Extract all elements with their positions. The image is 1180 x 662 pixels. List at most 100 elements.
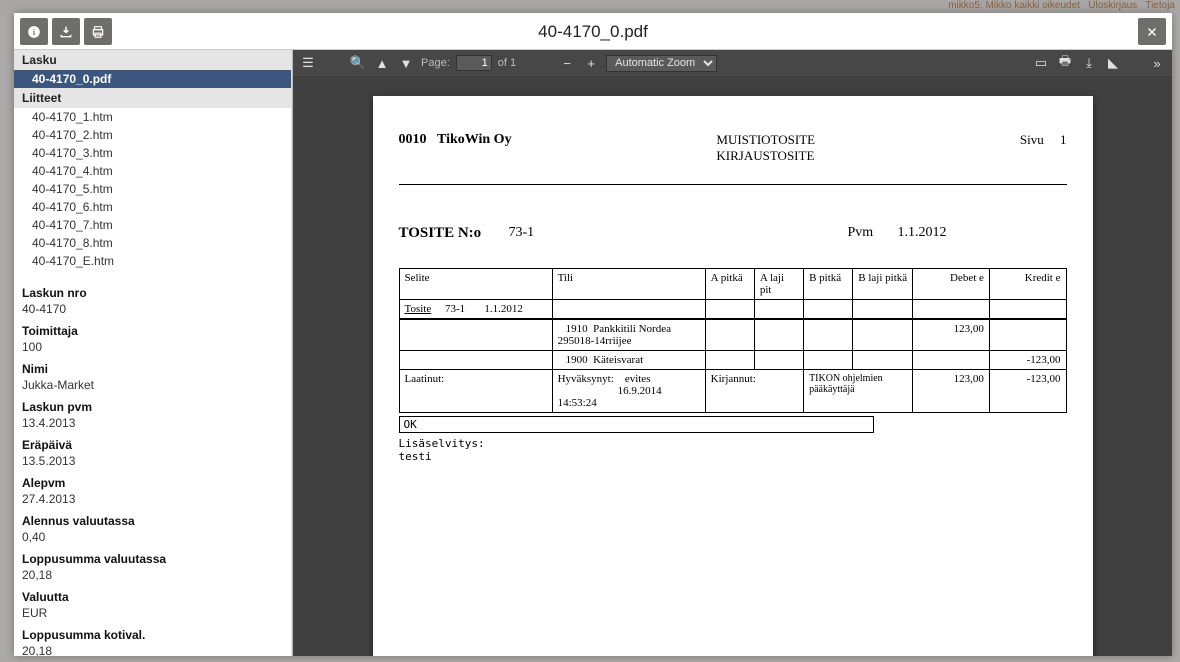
meta-value: EUR (22, 606, 283, 620)
meta-value: 20,18 (22, 568, 283, 582)
attachment-item[interactable]: 40-4170_8.htm (14, 234, 291, 252)
attachment-item[interactable]: 40-4170_4.htm (14, 162, 291, 180)
page-label: Page: (421, 57, 450, 69)
prev-page-icon[interactable]: ▲ (373, 54, 391, 72)
meta-value: 20,18 (22, 644, 283, 656)
print-icon[interactable]: 🖶 (1056, 54, 1074, 72)
meta-value: 13.4.2013 (22, 416, 283, 430)
sidebar-toggle-icon[interactable]: ☰ (299, 54, 317, 72)
doc-page-num: 1 (1060, 132, 1067, 147)
doc-company-code: 0010 (399, 132, 427, 147)
page-number-input[interactable] (456, 55, 492, 71)
zoom-select[interactable]: Automatic Zoom (606, 55, 717, 72)
attachment-item[interactable]: 40-4170_7.htm (14, 216, 291, 234)
th-debet: Debet e (913, 269, 990, 300)
attachment-item[interactable]: 40-4170_5.htm (14, 180, 291, 198)
pdf-scroll-area[interactable]: 0010 TikoWin Oy MUISTIOTOSITE KIRJAUSTOS… (293, 76, 1172, 656)
info-button[interactable]: i (20, 18, 48, 45)
doc-type2: KIRJAUSTOSITE (716, 148, 815, 164)
sidebar-scroll[interactable]: Lasku 40-4170_0.pdf Liitteet 40-4170_1.h… (14, 50, 292, 656)
topbar-info[interactable]: Tietoja (1145, 0, 1175, 11)
meta-label: Eräpäivä (22, 438, 283, 452)
meta-value: 100 (22, 340, 283, 354)
hyvaksynyt-label: Hyväksynyt: (558, 373, 614, 385)
tosite-value: 73-1 (509, 225, 759, 242)
doc-type1: MUISTIOTOSITE (716, 132, 815, 148)
meta-label: Laskun nro (22, 286, 283, 300)
meta-label: Laskun pvm (22, 400, 283, 414)
kirjannut-label: Kirjannut: (705, 370, 803, 413)
meta-value: Jukka-Market (22, 378, 283, 392)
th-alaji: A laji pit (754, 269, 803, 300)
tili-code: 1900 (558, 354, 588, 366)
download-button[interactable] (52, 18, 80, 45)
next-page-icon[interactable]: ▼ (397, 54, 415, 72)
row-tosite-label: Tosite (405, 303, 432, 315)
tili-code: 1910 (558, 323, 588, 335)
pdf-viewer: ☰ 🔍 ▲ ▼ Page: of 1 − + Automatic Zoom ▭ … (293, 50, 1172, 656)
attachment-item[interactable]: 40-4170_3.htm (14, 144, 291, 162)
close-button[interactable] (1138, 18, 1166, 45)
doc-page-label: Sivu (1020, 132, 1044, 147)
pdf-modal: i 40-4170_0.pdf Lasku 40-4170_0.pdf Liit… (14, 13, 1172, 656)
laatinut-label: Laatinut: (399, 370, 552, 413)
pdf-toolbar: ☰ 🔍 ▲ ▼ Page: of 1 − + Automatic Zoom ▭ … (293, 50, 1172, 76)
meta-label: Toimittaja (22, 324, 283, 338)
topbar-user: mikko5: Mikko kaikki oikeudet (948, 0, 1080, 11)
pdf-page: 0010 TikoWin Oy MUISTIOTOSITE KIRJAUSTOS… (373, 96, 1093, 656)
th-tili: Tili (552, 269, 705, 300)
attachment-item[interactable]: 40-4170_E.htm (14, 252, 291, 270)
row-tosite-num: 73-1 (445, 303, 465, 315)
th-selite: Selite (399, 269, 552, 300)
footer-debet: 123,00 (913, 370, 990, 413)
meta-value: 0,40 (22, 530, 283, 544)
tosite-label: TOSITE N:o (399, 225, 509, 242)
lisaselvitys: Lisäselvitys: testi (399, 437, 1067, 463)
row-tosite-date: 1.1.2012 (484, 303, 523, 315)
meta-value: 27.4.2013 (22, 492, 283, 506)
download-icon[interactable]: ⤓ (1080, 54, 1098, 72)
th-apitka: A pitkä (705, 269, 754, 300)
sidebar: Lasku 40-4170_0.pdf Liitteet 40-4170_1.h… (14, 50, 293, 656)
page-total: of 1 (498, 57, 516, 69)
kredit-value: -123,00 (989, 351, 1066, 370)
hyvaksynyt-date: 16.9.2014 14:53:24 (558, 385, 662, 409)
meta-label: Nimi (22, 362, 283, 376)
meta-value: 13.5.2013 (22, 454, 283, 468)
modal-header: i 40-4170_0.pdf (14, 13, 1172, 50)
file-item-selected[interactable]: 40-4170_0.pdf (14, 70, 291, 88)
kirjannut-val: TIKON ohjelmien pääkäyttäjä (804, 370, 913, 413)
voucher-table: Selite Tili A pitkä A laji pit B pitkä B… (399, 268, 1067, 413)
section-lasku: Lasku (14, 50, 291, 70)
tools-icon[interactable]: » (1148, 54, 1166, 72)
meta-label: Loppusumma valuutassa (22, 552, 283, 566)
attachment-item[interactable]: 40-4170_1.htm (14, 108, 291, 126)
modal-title: 40-4170_0.pdf (14, 13, 1172, 50)
attachment-item[interactable]: 40-4170_6.htm (14, 198, 291, 216)
th-kredit: Kredit e (989, 269, 1066, 300)
topbar-logout[interactable]: Uloskirjaus (1088, 0, 1137, 11)
meta-value: 40-4170 (22, 302, 283, 316)
debet-value: 123,00 (913, 319, 990, 351)
zoom-in-icon[interactable]: + (582, 54, 600, 72)
print-button[interactable] (84, 18, 112, 45)
th-bpitka: B pitkä (804, 269, 853, 300)
zoom-out-icon[interactable]: − (558, 54, 576, 72)
ok-box: OK (399, 416, 874, 433)
debet-value (913, 351, 990, 370)
attachment-item[interactable]: 40-4170_2.htm (14, 126, 291, 144)
pvm-label: Pvm (848, 225, 898, 242)
meta-label: Alennus valuutassa (22, 514, 283, 528)
pvm-value: 1.1.2012 (898, 225, 947, 242)
meta-label: Alepvm (22, 476, 283, 490)
presentation-icon[interactable]: ▭ (1032, 54, 1050, 72)
bookmark-icon[interactable]: ◣ (1104, 54, 1122, 72)
tili-name: Käteisvarat (593, 354, 643, 366)
meta-label: Valuutta (22, 590, 283, 604)
meta-label: Loppusumma kotival. (22, 628, 283, 642)
app-topbar: mikko5: Mikko kaikki oikeudet Uloskirjau… (0, 0, 1180, 11)
search-icon[interactable]: 🔍 (349, 54, 367, 72)
section-liitteet: Liitteet (14, 88, 291, 108)
footer-kredit: -123,00 (989, 370, 1066, 413)
hyvaksynyt-val: evites (625, 373, 651, 385)
